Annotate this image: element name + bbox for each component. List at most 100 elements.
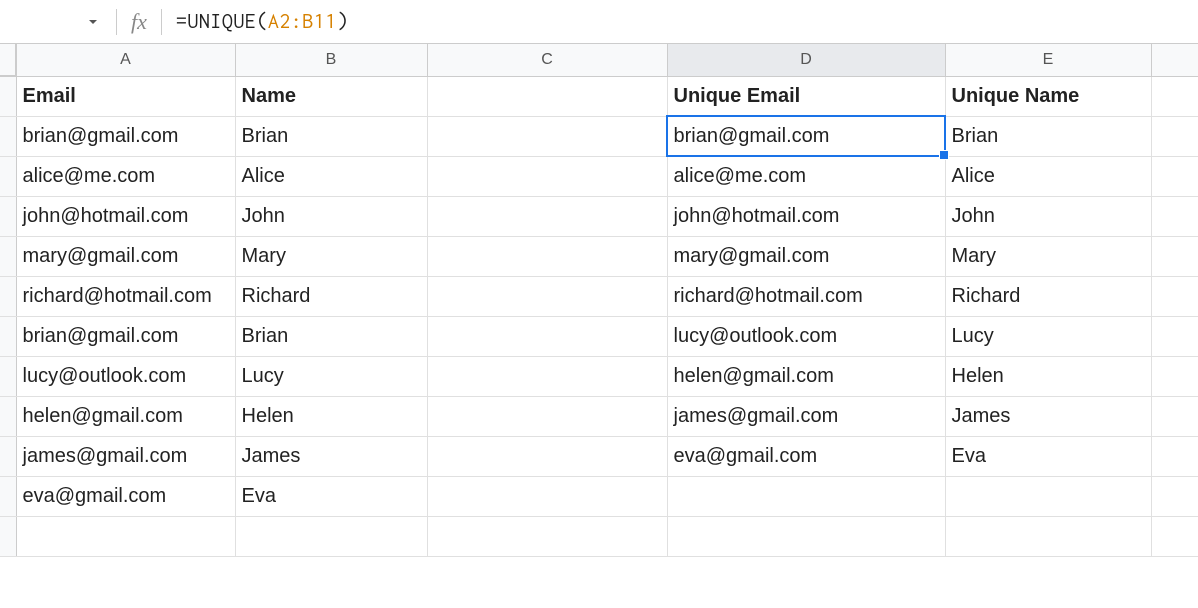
cell[interactable]: james@gmail.com (16, 436, 235, 476)
cell[interactable]: alice@me.com (16, 156, 235, 196)
cell[interactable] (235, 516, 427, 556)
cell[interactable]: Name (235, 76, 427, 116)
cell[interactable] (1151, 236, 1198, 276)
cell[interactable] (427, 116, 667, 156)
col-header-A[interactable]: A (16, 44, 235, 76)
row-header[interactable] (0, 236, 16, 276)
cell[interactable]: Mary (945, 236, 1151, 276)
row-header[interactable] (0, 116, 16, 156)
cell[interactable]: helen@gmail.com (667, 356, 945, 396)
cell[interactable] (1151, 276, 1198, 316)
cell[interactable]: Eva (235, 476, 427, 516)
cell[interactable]: Richard (235, 276, 427, 316)
cell[interactable]: mary@gmail.com (667, 236, 945, 276)
cell[interactable] (427, 356, 667, 396)
cell[interactable] (1151, 476, 1198, 516)
cell[interactable]: lucy@outlook.com (667, 316, 945, 356)
grid-wrapper: A B C D E Email Name Unique Email Unique… (0, 44, 1198, 557)
cell[interactable] (427, 156, 667, 196)
col-header-C[interactable]: C (427, 44, 667, 76)
cell[interactable]: Brian (235, 316, 427, 356)
col-header-D[interactable]: D (667, 44, 945, 76)
cell[interactable] (667, 476, 945, 516)
cell[interactable]: Brian (235, 116, 427, 156)
cell[interactable]: Alice (945, 156, 1151, 196)
table-row: Email Name Unique Email Unique Name (0, 76, 1198, 116)
cell[interactable]: Eva (945, 436, 1151, 476)
cell[interactable]: James (945, 396, 1151, 436)
row-header[interactable] (0, 516, 16, 556)
cell[interactable]: Richard (945, 276, 1151, 316)
cell-selected[interactable]: brian@gmail.com (667, 116, 945, 156)
cell[interactable]: john@hotmail.com (667, 196, 945, 236)
cell[interactable]: Unique Email (667, 76, 945, 116)
name-box[interactable] (8, 7, 108, 37)
table-row: helen@gmail.com Helen james@gmail.com Ja… (0, 396, 1198, 436)
cell[interactable] (667, 516, 945, 556)
cell[interactable] (1151, 436, 1198, 476)
cell[interactable]: eva@gmail.com (16, 476, 235, 516)
cell[interactable]: Brian (945, 116, 1151, 156)
cell[interactable] (1151, 396, 1198, 436)
dropdown-icon (88, 17, 98, 27)
cell[interactable]: brian@gmail.com (16, 316, 235, 356)
cell[interactable]: John (945, 196, 1151, 236)
row-header[interactable] (0, 316, 16, 356)
formula-input[interactable]: =UNIQUE(A2:B11) (176, 10, 1190, 33)
cell[interactable]: eva@gmail.com (667, 436, 945, 476)
cell[interactable]: Unique Name (945, 76, 1151, 116)
cell[interactable] (427, 196, 667, 236)
table-row: alice@me.com Alice alice@me.com Alice (0, 156, 1198, 196)
cell[interactable]: alice@me.com (667, 156, 945, 196)
col-header-B[interactable]: B (235, 44, 427, 76)
cell[interactable] (427, 316, 667, 356)
cell[interactable]: Helen (945, 356, 1151, 396)
cell[interactable] (427, 76, 667, 116)
col-header-E[interactable]: E (945, 44, 1151, 76)
cell[interactable]: john@hotmail.com (16, 196, 235, 236)
cell[interactable] (16, 516, 235, 556)
cell[interactable]: mary@gmail.com (16, 236, 235, 276)
cell[interactable]: helen@gmail.com (16, 396, 235, 436)
cell[interactable]: Helen (235, 396, 427, 436)
cell[interactable] (1151, 76, 1198, 116)
cell[interactable] (1151, 156, 1198, 196)
cell[interactable] (1151, 116, 1198, 156)
row-header[interactable] (0, 436, 16, 476)
row-header[interactable] (0, 76, 16, 116)
cell[interactable] (945, 476, 1151, 516)
table-row: lucy@outlook.com Lucy helen@gmail.com He… (0, 356, 1198, 396)
row-header[interactable] (0, 396, 16, 436)
cell[interactable] (1151, 316, 1198, 356)
cell[interactable]: John (235, 196, 427, 236)
cell[interactable] (427, 276, 667, 316)
cell[interactable] (945, 516, 1151, 556)
cell[interactable] (427, 476, 667, 516)
cell[interactable]: richard@hotmail.com (16, 276, 235, 316)
cell[interactable] (427, 516, 667, 556)
cell[interactable]: james@gmail.com (667, 396, 945, 436)
cell[interactable]: Lucy (235, 356, 427, 396)
cell[interactable]: richard@hotmail.com (667, 276, 945, 316)
cell[interactable] (427, 236, 667, 276)
row-header[interactable] (0, 476, 16, 516)
cell[interactable] (427, 396, 667, 436)
cell[interactable] (1151, 196, 1198, 236)
cell[interactable] (427, 436, 667, 476)
cell[interactable]: James (235, 436, 427, 476)
row-header[interactable] (0, 196, 16, 236)
select-all-corner[interactable] (0, 44, 16, 76)
row-header[interactable] (0, 156, 16, 196)
cell[interactable]: Lucy (945, 316, 1151, 356)
cell[interactable]: lucy@outlook.com (16, 356, 235, 396)
cell[interactable]: Email (16, 76, 235, 116)
row-header[interactable] (0, 356, 16, 396)
cell[interactable]: Mary (235, 236, 427, 276)
cell[interactable]: Alice (235, 156, 427, 196)
col-header-F[interactable] (1151, 44, 1198, 76)
row-header[interactable] (0, 276, 16, 316)
cell[interactable] (1151, 356, 1198, 396)
cell[interactable]: brian@gmail.com (16, 116, 235, 156)
divider (116, 9, 117, 35)
cell[interactable] (1151, 516, 1198, 556)
